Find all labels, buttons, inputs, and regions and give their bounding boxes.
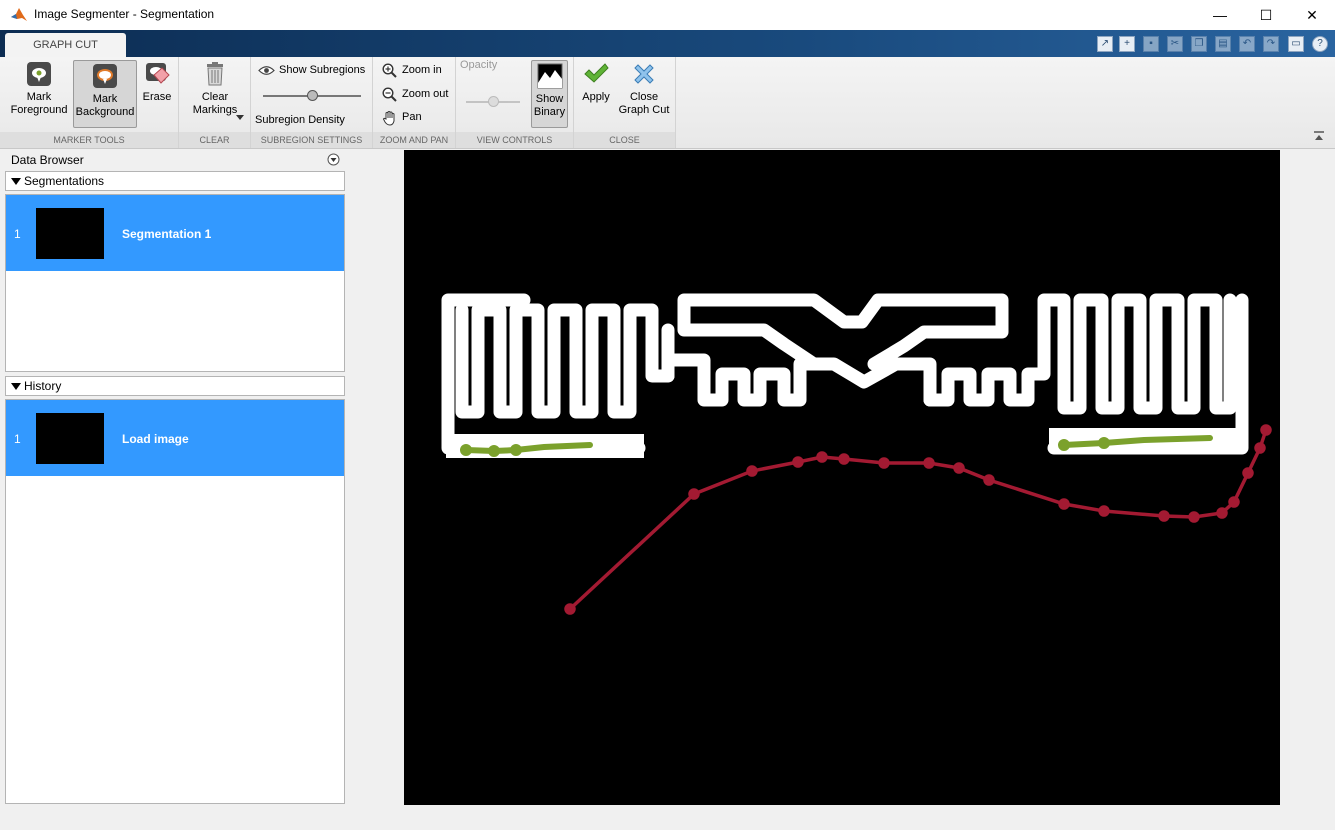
list-item[interactable]: 1 Segmentation 1 (6, 195, 344, 271)
group-clear: Clear Markings CLEAR (179, 57, 251, 148)
undo-icon[interactable]: ↶ (1239, 36, 1255, 52)
group-zoom-and-pan: Zoom in Zoom out Pan ZOOM AND PAN (373, 57, 456, 148)
panel-menu-icon[interactable] (327, 153, 340, 166)
group-label-zoom-and-pan: ZOOM AND PAN (373, 132, 455, 148)
zoom-out-label: Zoom out (402, 88, 449, 100)
mark-background-label: Mark Background (75, 93, 135, 118)
erase-label: Erase (142, 91, 172, 103)
history-thumbnail (36, 413, 104, 464)
clear-markings-label: Clear Markings (192, 91, 238, 116)
collapse-ribbon-icon[interactable] (1313, 130, 1325, 142)
chevron-down-icon[interactable] (236, 115, 244, 121)
segmentation-thumbnail (36, 208, 104, 259)
list-item-index: 1 (14, 227, 21, 241)
segmentations-header[interactable]: Segmentations (5, 171, 345, 191)
group-label-clear: CLEAR (179, 132, 250, 148)
ribbon: Mark Foreground Mark Background Erase MA… (0, 57, 1335, 149)
opacity-label: Opacity (460, 59, 498, 71)
cut-icon[interactable]: ✂ (1167, 36, 1183, 52)
trash-icon (207, 62, 223, 86)
show-subregions-label: Show Subregions (279, 64, 366, 76)
group-label-marker-tools: MARKER TOOLS (0, 132, 178, 148)
eye-icon (258, 66, 275, 75)
subregion-density-label: Subregion Density (255, 114, 345, 126)
binary-image[interactable] (404, 150, 1280, 805)
mark-foreground-icon (27, 62, 51, 86)
image-canvas[interactable] (404, 150, 1280, 805)
show-binary-button[interactable]: Show Binary (531, 60, 568, 128)
pan-label: Pan (402, 111, 422, 123)
zoom-out-button[interactable]: Zoom out (382, 87, 452, 103)
opacity-slider[interactable] (466, 96, 520, 108)
close-window-button[interactable]: ✕ (1289, 0, 1335, 30)
binary-image-icon (537, 63, 562, 89)
history-header[interactable]: History (5, 376, 345, 396)
close-graph-cut-label: Close Graph Cut (618, 91, 670, 116)
show-binary-label: Show Binary (533, 93, 566, 118)
group-view-controls: Opacity Show Binary VIEW CONTROLS (456, 57, 574, 148)
group-label-close: CLOSE (574, 132, 675, 148)
segmentations-list: 1 Segmentation 1 (5, 194, 345, 372)
minimize-button[interactable]: — (1197, 0, 1243, 30)
layout-icon[interactable]: ▭ (1288, 36, 1304, 52)
mark-foreground-label: Mark Foreground (10, 91, 68, 116)
list-item[interactable]: 1 Load image (6, 400, 344, 476)
maximize-button[interactable]: ☐ (1243, 0, 1289, 30)
checkmark-icon (584, 63, 609, 83)
help-icon[interactable]: ? (1312, 36, 1328, 52)
zoom-out-icon (382, 87, 397, 102)
erase-button[interactable]: Erase (139, 61, 175, 127)
data-browser-title: Data Browser (11, 153, 84, 167)
group-marker-tools: Mark Foreground Mark Background Erase MA… (0, 57, 179, 148)
slider-thumb[interactable] (488, 96, 499, 107)
undock-icon[interactable]: ↗ (1097, 36, 1113, 52)
matlab-logo-icon (11, 8, 27, 21)
mark-background-icon (93, 64, 117, 88)
eraser-icon (146, 63, 170, 84)
close-x-icon (634, 64, 654, 84)
collapse-triangle-icon (11, 178, 21, 185)
history-header-label: History (24, 379, 62, 393)
apply-button[interactable]: Apply (578, 61, 614, 127)
mark-foreground-button[interactable]: Mark Foreground (7, 61, 71, 127)
pan-button[interactable]: Pan (382, 110, 452, 126)
apply-label: Apply (582, 91, 610, 103)
close-graph-cut-button[interactable]: Close Graph Cut (616, 61, 672, 127)
group-close: Apply Close Graph Cut CLOSE (574, 57, 676, 148)
copy-icon[interactable]: ❐ (1191, 36, 1207, 52)
zoom-in-button[interactable]: Zoom in (382, 63, 452, 79)
slider-thumb[interactable] (307, 90, 318, 101)
group-label-subregion-settings: SUBREGION SETTINGS (251, 132, 372, 148)
segmentations-header-label: Segmentations (24, 174, 105, 188)
list-item-index: 1 (14, 432, 21, 446)
group-subregion-settings: Show Subregions Subregion Density SUBREG… (251, 57, 373, 148)
mark-background-button[interactable]: Mark Background (73, 60, 137, 128)
zoom-in-label: Zoom in (402, 64, 442, 76)
list-item-label: Load image (122, 432, 189, 446)
data-browser-panel: Data Browser Segmentations 1 Segmentatio… (5, 150, 345, 804)
group-label-view-controls: VIEW CONTROLS (456, 132, 573, 148)
tab-graph-cut[interactable]: GRAPH CUT (5, 33, 126, 57)
new-icon[interactable]: + (1119, 36, 1135, 52)
title-bar: Image Segmenter - Segmentation — ☐ ✕ (0, 0, 1335, 30)
subregion-density-slider[interactable] (263, 90, 361, 102)
redo-icon[interactable]: ↷ (1263, 36, 1279, 52)
save-icon[interactable]: ▪ (1143, 36, 1159, 52)
zoom-in-icon (382, 63, 397, 78)
list-item-label: Segmentation 1 (122, 227, 212, 241)
history-list: 1 Load image (5, 399, 345, 804)
toolstrip-tab-row: GRAPH CUT ↗ + ▪ ✂ ❐ ▤ ↶ ↷ ▭ ? (0, 30, 1335, 57)
hand-icon (382, 111, 395, 126)
collapse-triangle-icon (11, 383, 21, 390)
paste-icon[interactable]: ▤ (1215, 36, 1231, 52)
window-title: Image Segmenter - Segmentation (34, 7, 215, 21)
